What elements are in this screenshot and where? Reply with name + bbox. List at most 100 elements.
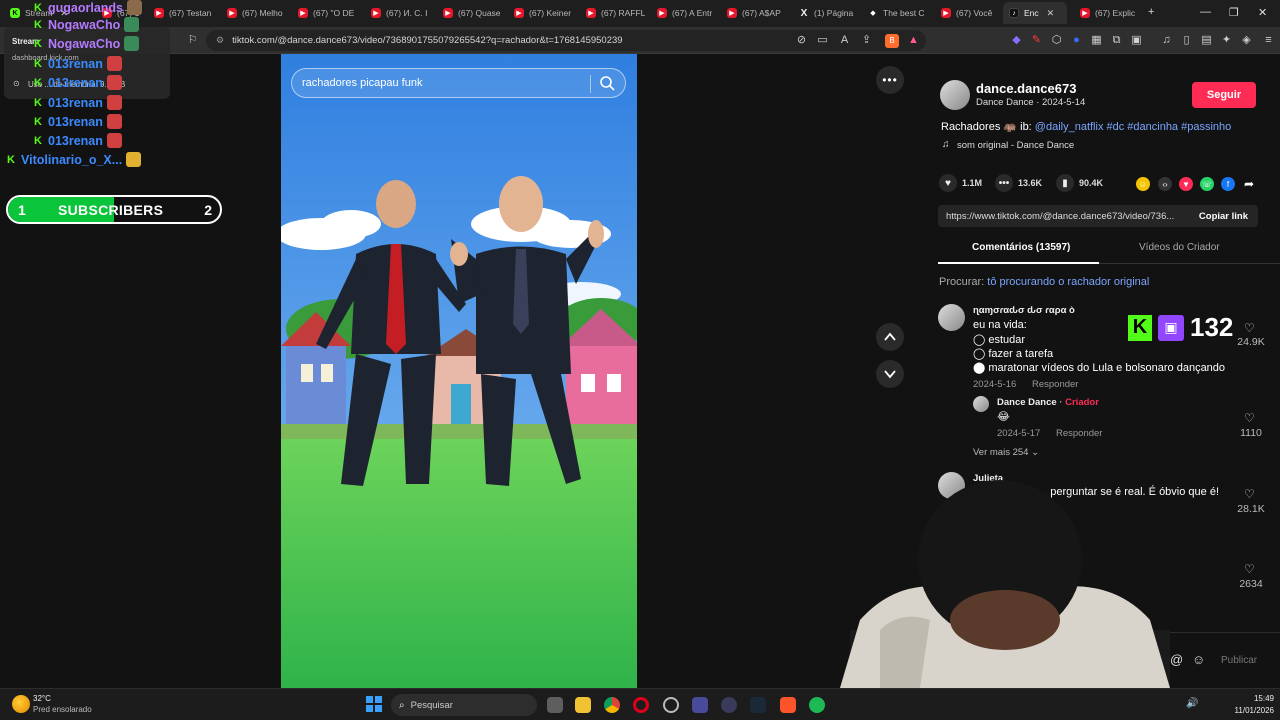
- browser-toolbar: ⚐ ⚙ tiktok.com/@dance.dance673/video/736…: [0, 27, 1280, 54]
- extension-icon[interactable]: ✎: [1030, 34, 1043, 47]
- next-video-button[interactable]: [876, 360, 904, 388]
- close-window-icon[interactable]: ✕: [1258, 6, 1267, 19]
- browser-tab[interactable]: ▶ (67) Você: [935, 2, 999, 24]
- site-info-icon[interactable]: ⚙: [216, 35, 224, 46]
- steam-icon[interactable]: [750, 697, 766, 713]
- minimize-icon[interactable]: —: [1200, 6, 1211, 18]
- follow-button[interactable]: Seguir: [1192, 82, 1256, 108]
- spotify-icon[interactable]: [809, 697, 825, 713]
- maximize-icon[interactable]: ❐: [1229, 6, 1239, 19]
- close-tab-icon[interactable]: ✕: [1047, 8, 1055, 19]
- taskbar-search[interactable]: ⌕ Pesquisar: [391, 694, 537, 716]
- reply-button[interactable]: Responder: [1056, 428, 1102, 439]
- browser-tab[interactable]: X (1) Página: [793, 2, 857, 24]
- comment-like-icon[interactable]: ♡: [1244, 321, 1255, 335]
- tab-creator-videos[interactable]: Vídeos do Criador: [1139, 242, 1220, 253]
- send-icon[interactable]: ▼: [1179, 177, 1193, 191]
- reply-user[interactable]: Dance Dance: [997, 397, 1057, 408]
- video-player[interactable]: rachadores picapau funk: [281, 54, 637, 688]
- caption-hashtags[interactable]: @daily_natflix #dc #dancinha #passinho: [1035, 121, 1231, 133]
- more-replies-button[interactable]: Ver mais 254 ⌄: [973, 447, 1039, 458]
- extension-icon[interactable]: ▦: [1090, 34, 1103, 47]
- app-icon[interactable]: [692, 697, 708, 713]
- leo-icon[interactable]: ✦: [1220, 34, 1233, 47]
- embed-icon[interactable]: ‹›: [1158, 177, 1172, 191]
- chrome-icon[interactable]: [604, 697, 620, 713]
- save-action[interactable]: ▮ 90.4K: [1056, 174, 1103, 192]
- related-search-link[interactable]: tô procurando o rachador original: [987, 276, 1149, 288]
- wallet-icon[interactable]: ▤: [1200, 34, 1213, 47]
- translate-icon[interactable]: A: [838, 34, 851, 47]
- obs-icon[interactable]: [663, 697, 679, 713]
- vpn-icon[interactable]: ◈: [1240, 34, 1253, 47]
- tab-comments[interactable]: Comentários (13597): [972, 242, 1070, 253]
- comment-avatar[interactable]: [938, 304, 965, 331]
- whatsapp-icon[interactable]: ☏: [1200, 177, 1214, 191]
- related-search[interactable]: Procurar: tô procurando o rachador origi…: [939, 276, 1149, 288]
- extension-icon[interactable]: ⧉: [1110, 34, 1123, 47]
- clock-date[interactable]: 11/01/2026: [1204, 706, 1274, 715]
- brave-shield-icon[interactable]: B: [885, 34, 899, 48]
- bookmark-icon[interactable]: ⚐: [186, 34, 199, 47]
- comment-action[interactable]: ••• 13.6K: [995, 174, 1042, 192]
- menu-icon[interactable]: ≡: [1262, 34, 1275, 47]
- browser-tab[interactable]: ▶ (67) Melho: [221, 2, 287, 24]
- reply-avatar[interactable]: [973, 396, 989, 412]
- browser-tab[interactable]: ▶ (67) RAFFL: [580, 2, 646, 24]
- tracking-icon[interactable]: ⊘: [795, 34, 808, 47]
- video-search-box[interactable]: rachadores picapau funk: [291, 68, 626, 98]
- weather-icon[interactable]: [12, 695, 30, 713]
- clock-time[interactable]: 15:49: [1222, 694, 1274, 703]
- post-comment-button[interactable]: Publicar: [1221, 655, 1257, 666]
- extension-icon[interactable]: ▣: [1130, 34, 1143, 47]
- friends-share-icon[interactable]: ☺: [1136, 177, 1150, 191]
- youtube-icon: ▶: [586, 8, 596, 18]
- emoji-icon[interactable]: ☺: [1192, 652, 1205, 667]
- sound-name[interactable]: som original - Dance Dance: [957, 140, 1074, 151]
- browser-tab[interactable]: ▶ (67) A Entr: [651, 2, 717, 24]
- display-icon[interactable]: ▭: [816, 34, 829, 47]
- browser-tab[interactable]: ▶ (67) Quase: [437, 2, 503, 24]
- browser-tab[interactable]: ▶ (67) A$AP: [721, 2, 789, 24]
- new-tab-button[interactable]: +: [1148, 6, 1154, 18]
- browser-tab[interactable]: ▶ (67) "O DE: [292, 2, 360, 24]
- share-arrow-icon[interactable]: ➦: [1242, 177, 1256, 191]
- task-view-icon[interactable]: [547, 697, 563, 713]
- youtube-icon: ▶: [371, 8, 381, 18]
- facebook-icon[interactable]: f: [1221, 177, 1235, 191]
- browser-tab[interactable]: ▶ (67) И. С. I: [365, 2, 433, 24]
- like-action[interactable]: ♥ 1.1M: [939, 174, 982, 192]
- author-meta: Dance Dance · 2024-5-14: [976, 97, 1086, 108]
- app-icon[interactable]: [721, 697, 737, 713]
- author-handle[interactable]: dance.dance673: [976, 81, 1076, 96]
- previous-video-button[interactable]: [876, 323, 904, 351]
- share-page-icon[interactable]: ⇪: [860, 34, 873, 47]
- extension-icon[interactable]: ⬡: [1050, 34, 1063, 47]
- sidebar-icon[interactable]: ▯: [1180, 34, 1193, 47]
- browser-tab[interactable]: ▶ (67) Explic: [1074, 2, 1142, 24]
- more-options-icon[interactable]: •••: [876, 66, 904, 94]
- volume-icon[interactable]: 🔊: [1186, 698, 1198, 709]
- comment-like-icon[interactable]: ♡: [1244, 411, 1255, 425]
- mention-icon[interactable]: @: [1170, 652, 1183, 667]
- browser-tab[interactable]: ◆ The best C: [862, 2, 930, 24]
- music-icon[interactable]: ♫: [1160, 34, 1173, 47]
- search-icon[interactable]: [599, 75, 615, 91]
- extension-icon[interactable]: ◆: [1010, 34, 1023, 47]
- browser-tab[interactable]: ▶ (67) Keiner: [508, 2, 576, 24]
- comment-like-icon[interactable]: ♡: [1244, 562, 1255, 576]
- tiktok-icon: ♪: [1009, 8, 1019, 18]
- reply-button[interactable]: Responder: [1032, 379, 1078, 390]
- comment-like-icon[interactable]: ♡: [1244, 487, 1255, 501]
- rewards-icon[interactable]: ▲: [907, 34, 920, 47]
- browser-tab[interactable]: ♪ Enc ✕: [1003, 2, 1067, 24]
- brave-icon[interactable]: [780, 697, 796, 713]
- extension-icon[interactable]: ●: [1070, 34, 1083, 47]
- copy-link-button[interactable]: Copiar link: [1199, 211, 1248, 222]
- author-avatar[interactable]: [940, 80, 970, 110]
- file-explorer-icon[interactable]: [575, 697, 591, 713]
- windows-start-icon[interactable]: [366, 696, 382, 712]
- comment-user[interactable]: ɳαɱσɾαԃσ ԃσ ɾαρα ò: [973, 305, 1075, 316]
- opera-icon[interactable]: [633, 697, 649, 713]
- browser-tab[interactable]: ▶ (67) Testan: [148, 2, 216, 24]
